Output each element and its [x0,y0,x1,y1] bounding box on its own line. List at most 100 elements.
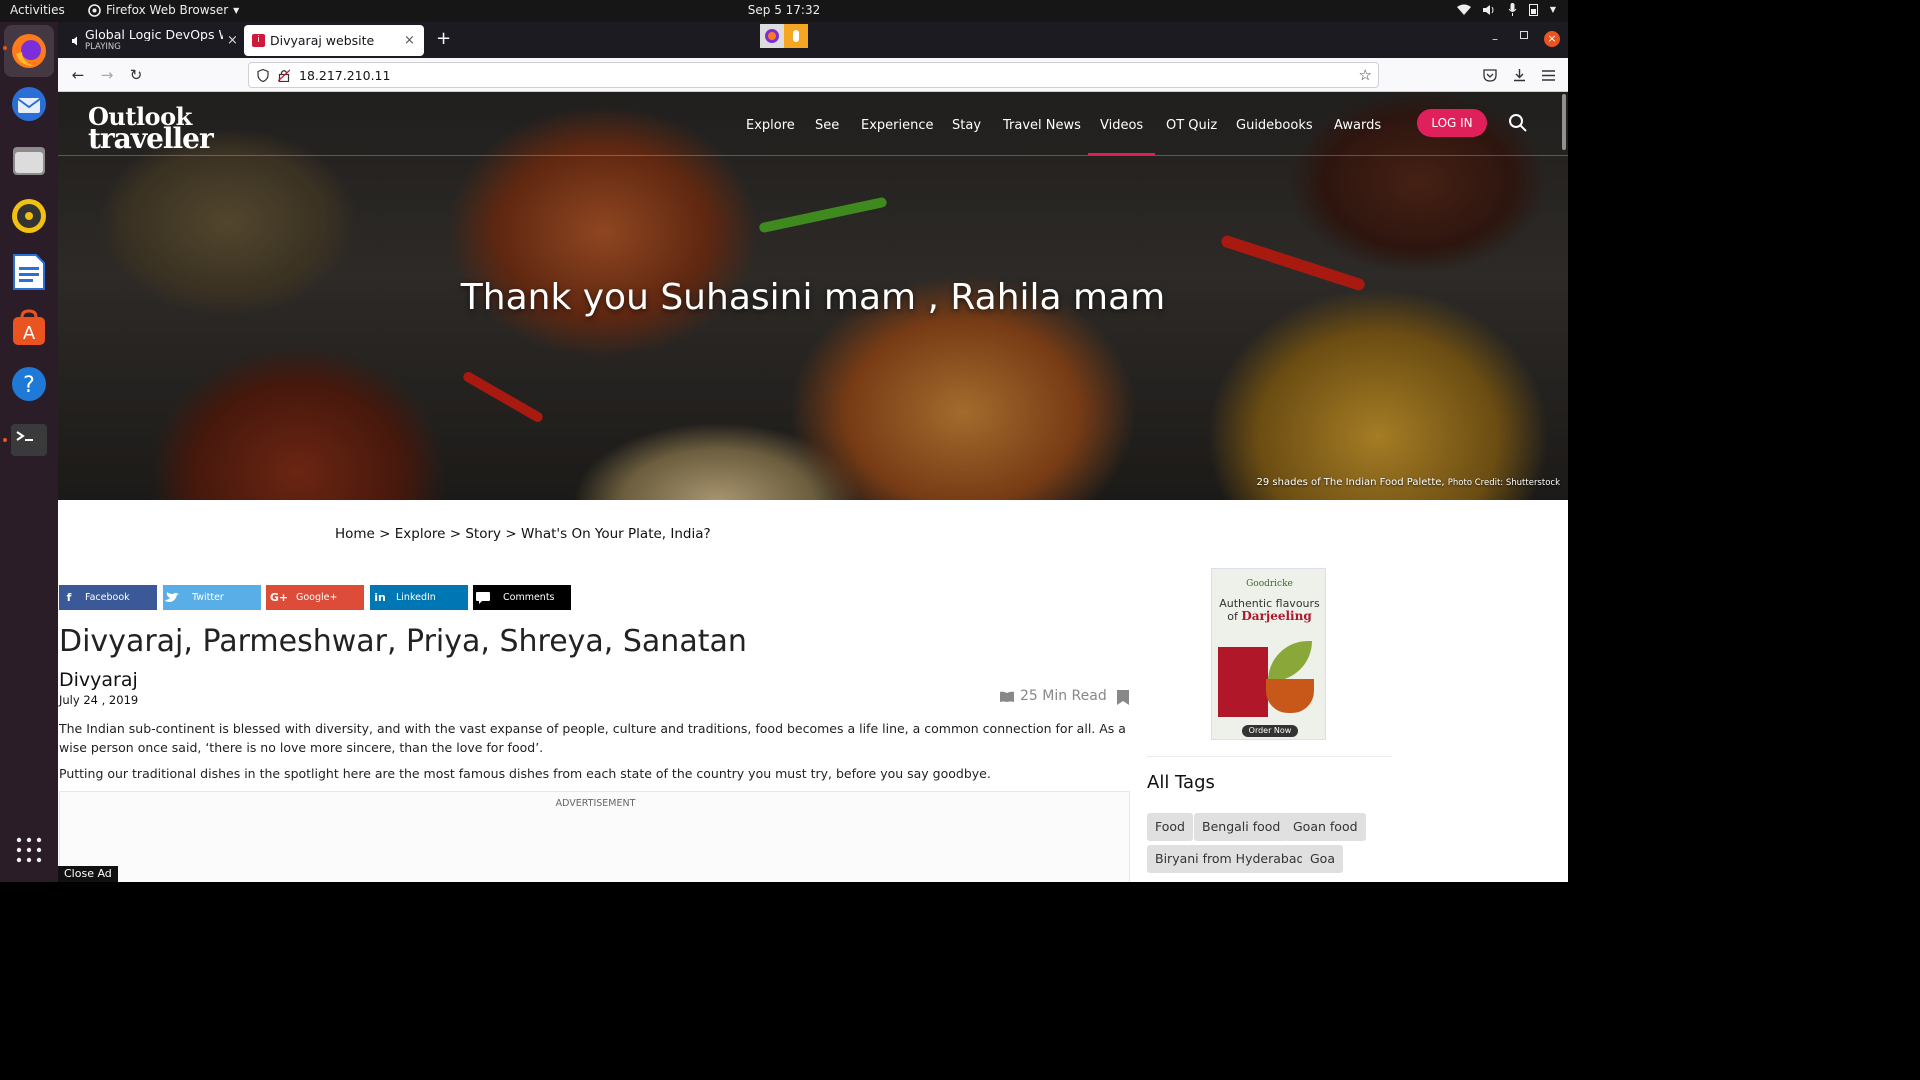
downloads-button[interactable] [1508,64,1530,86]
nav-videos[interactable]: Videos [1087,118,1156,155]
nav-see[interactable]: See [815,118,839,133]
dock-terminal[interactable] [9,420,49,460]
firefox-sharing-icon [760,24,784,48]
dock-rhythmbox[interactable] [9,196,49,236]
tag-item[interactable]: Bengali food [1194,813,1289,841]
close-ad-button[interactable]: Close Ad [58,866,118,882]
nav-ot-quiz[interactable]: OT Quiz [1166,118,1217,133]
dock-software[interactable]: A [9,308,49,348]
clock[interactable]: Sep 5 17:32 [748,3,820,17]
read-time-label: 25 Min Read [1020,688,1107,704]
nav-experience[interactable]: Experience [861,118,934,133]
app-menu-label: Firefox Web Browser [106,3,229,17]
app-grid-icon [16,837,42,863]
firefox-small-icon [88,3,101,17]
nav-toolbar: ← → ↻ 18.217.210.11 ☆ [58,58,1568,92]
facebook-icon: f [66,591,72,604]
nav-guidebooks[interactable]: Guidebooks [1236,118,1313,133]
share-twitter-button[interactable]: Twitter [163,585,261,610]
share-linkedin-button[interactable]: in LinkedIn [370,585,468,610]
comments-button[interactable]: Comments [473,585,571,610]
dock-files[interactable] [9,140,49,180]
page-scrollbar[interactable] [1562,94,1566,150]
pocket-button[interactable] [1479,64,1501,86]
tab-global-logic[interactable]: Global Logic DevOps Wa PLAYING × [66,25,244,56]
nav-stay[interactable]: Stay [952,118,981,133]
url-bar[interactable]: 18.217.210.11 ☆ [248,62,1379,88]
photo-credit: Photo Credit: Shutterstock [1447,478,1560,488]
speaker-playing-icon [72,36,77,45]
maximize-button[interactable] [1520,31,1528,39]
nav-explore[interactable]: Explore [746,118,795,133]
twitter-icon [165,591,179,602]
hero-banner: Outlook traveller Explore See Experience… [58,92,1568,500]
app-menu[interactable]: Firefox Web Browser ▼ [88,3,239,17]
tab-close-icon[interactable]: × [227,33,238,48]
dock: A ? [0,22,58,882]
breadcrumb-explore[interactable]: Explore [395,526,446,542]
system-tray[interactable]: ▼ [1456,3,1556,16]
svg-text:A: A [23,323,36,344]
software-store-icon: A [13,309,45,345]
breadcrumb-current: What's On Your Plate, India? [520,526,711,542]
web-content: Outlook traveller Explore See Experience… [58,92,1568,882]
minimize-button[interactable]: – [1492,32,1498,46]
share-facebook-button[interactable]: f Facebook [59,585,157,610]
order-now-button[interactable]: Order Now [1242,725,1298,737]
dock-firefox[interactable] [4,25,54,77]
star-icon[interactable]: ☆ [1359,66,1372,84]
tea-leaf-image [1268,641,1312,681]
tags-heading: All Tags [1147,772,1215,793]
breadcrumb-home[interactable]: Home [335,526,375,542]
tab-strip: Global Logic DevOps Wa PLAYING × i Divya… [58,22,1568,58]
reload-button[interactable]: ↻ [125,64,147,86]
ad-headline: Authentic flavours of Darjeeling [1212,597,1325,623]
thunderbird-icon [12,87,46,121]
chevron-down-icon: ▼ [233,5,240,15]
search-button[interactable] [1508,113,1530,135]
menu-button[interactable] [1537,64,1559,86]
nav-travel-news[interactable]: Travel News [1003,118,1081,133]
arrow-right-icon: → [100,66,114,84]
tab-playing-status: PLAYING [85,41,121,52]
show-apps-button[interactable] [9,830,49,870]
nav-awards[interactable]: Awards [1334,118,1381,133]
breadcrumb-story[interactable]: Story [465,526,501,542]
reload-icon: ↻ [129,66,143,84]
site-favicon-icon: i [252,34,265,47]
tab-close-icon[interactable]: × [404,33,415,48]
sidebar-divider [1147,756,1392,757]
share-label: Twitter [192,592,224,603]
tea-cup-image [1266,679,1314,713]
tag-item[interactable]: Biryani from Hyderabad [1147,845,1313,873]
forward-button[interactable]: → [96,64,118,86]
dock-thunderbird[interactable] [9,84,49,124]
new-tab-button[interactable]: + [436,30,451,48]
running-indicator [3,46,7,50]
side-advertisement[interactable]: Goodricke Authentic flavours of Darjeeli… [1211,568,1326,740]
back-button[interactable]: ← [67,64,89,86]
terminal-icon [11,424,47,456]
dock-help[interactable]: ? [9,364,49,404]
hero-title: Thank you Suhasini mam , Rahila mam [460,277,1166,318]
microphone-sharing-icon [784,24,808,48]
share-label: Facebook [85,592,130,603]
login-button[interactable]: LOG IN [1417,109,1487,137]
activities-button[interactable]: Activities [10,3,65,17]
bookmark-icon[interactable] [1117,690,1129,705]
author-name[interactable]: Divyaraj [59,669,138,691]
tab-divyaraj-website[interactable]: i Divyaraj website × [244,25,424,56]
tag-item[interactable]: Food [1147,813,1193,841]
breadcrumb: Home > Explore > Story > What's On Your … [335,526,711,542]
share-google-plus-button[interactable]: G+ Google+ [266,585,364,610]
files-icon [13,147,45,175]
tag-item[interactable]: Goan food [1285,813,1366,841]
pocket-icon [1483,68,1497,82]
search-icon [1509,114,1527,132]
tab-title: Global Logic DevOps Wa [85,27,223,41]
tab-title: Divyaraj website [270,33,375,48]
sharing-indicator[interactable] [760,24,808,48]
close-window-button[interactable]: × [1544,31,1560,47]
dock-libreoffice-writer[interactable] [9,252,49,292]
tag-item[interactable]: Goa [1302,845,1343,873]
